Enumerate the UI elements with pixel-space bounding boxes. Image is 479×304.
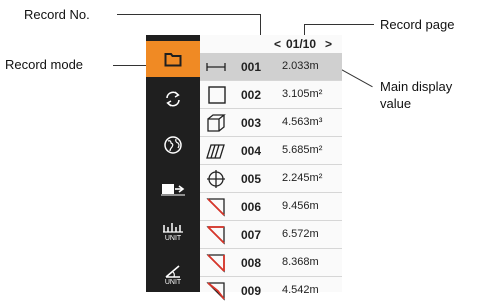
area-icon [204, 84, 228, 106]
record-page-callout: Record page [380, 17, 455, 32]
sidebar-item-unit[interactable]: UNIT [146, 211, 200, 251]
unit-scale-icon [162, 221, 184, 233]
sidebar: UNIT UNIT [146, 35, 207, 293]
record-row[interactable]: 002 3.105m² [200, 81, 342, 109]
record-value: 5.685m² [282, 144, 323, 156]
pythagoras-icon [204, 252, 228, 274]
record-no-leader-h [117, 14, 260, 15]
sidebar-item-laser-reference[interactable] [146, 171, 200, 207]
record-row[interactable]: 007 6.572m [200, 221, 342, 249]
record-row[interactable]: 003 4.563m³ [200, 109, 342, 137]
pythagoras-icon [204, 196, 228, 218]
prev-page-button[interactable]: < [274, 37, 281, 51]
sidebar-item-records[interactable] [146, 41, 207, 77]
record-number: 009 [241, 284, 262, 298]
next-page-button[interactable]: > [325, 37, 332, 51]
device-screen: UNIT UNIT < 01/10 > 001 2.033m 002 3.105… [146, 35, 342, 301]
refresh-icon [164, 90, 182, 108]
cross-area-icon [204, 168, 228, 190]
record-page-indicator: 01/10 [286, 37, 317, 51]
record-row[interactable]: 005 2.245m² [200, 165, 342, 193]
record-number: 001 [241, 60, 262, 74]
record-row[interactable]: 009 4.542m [200, 277, 342, 304]
record-mode-callout: Record mode [5, 57, 84, 72]
record-value: 9.456m [282, 200, 319, 212]
record-number: 008 [241, 256, 262, 270]
record-row[interactable]: 004 5.685m² [200, 137, 342, 165]
folder-icon [164, 52, 182, 67]
record-value: 6.572m [282, 228, 319, 240]
record-number: 004 [241, 144, 262, 158]
sidebar-item-refresh[interactable] [146, 81, 200, 117]
record-page-leader-h [304, 24, 374, 25]
volume-icon [204, 112, 228, 134]
unit-label: UNIT [164, 234, 182, 242]
unit-label: UNIT [164, 279, 182, 286]
laser-reference-icon [161, 182, 185, 196]
main-display-callout: Main display value [380, 79, 453, 111]
record-no-callout: Record No. [24, 7, 90, 22]
record-number: 007 [241, 228, 262, 242]
record-list-panel: < 01/10 > 001 2.033m 002 3.105m² 003 4.5… [200, 35, 342, 301]
record-value: 2.033m [282, 60, 319, 72]
record-number: 006 [241, 200, 262, 214]
record-number: 005 [241, 172, 262, 186]
sidebar-item-angle-unit[interactable]: UNIT [146, 257, 200, 293]
wall-area-icon [204, 140, 228, 162]
single-distance-icon [204, 56, 228, 78]
globe-icon [163, 135, 183, 155]
record-value: 4.542m [282, 284, 319, 296]
angle-unit-icon [164, 264, 182, 278]
sidebar-item-globe[interactable] [146, 127, 200, 163]
pythagoras-icon [204, 224, 228, 246]
record-row[interactable]: 001 2.033m [200, 53, 342, 81]
record-value: 8.368m [282, 256, 319, 268]
record-page-bar: < 01/10 > [200, 37, 342, 51]
pythagoras-icon [204, 280, 228, 302]
record-number: 002 [241, 88, 262, 102]
record-value: 3.105m² [282, 88, 323, 100]
record-value: 4.563m³ [282, 116, 323, 128]
record-row[interactable]: 006 9.456m [200, 193, 342, 221]
record-row[interactable]: 008 8.368m [200, 249, 342, 277]
record-number: 003 [241, 116, 262, 130]
record-value: 2.245m² [282, 172, 323, 184]
